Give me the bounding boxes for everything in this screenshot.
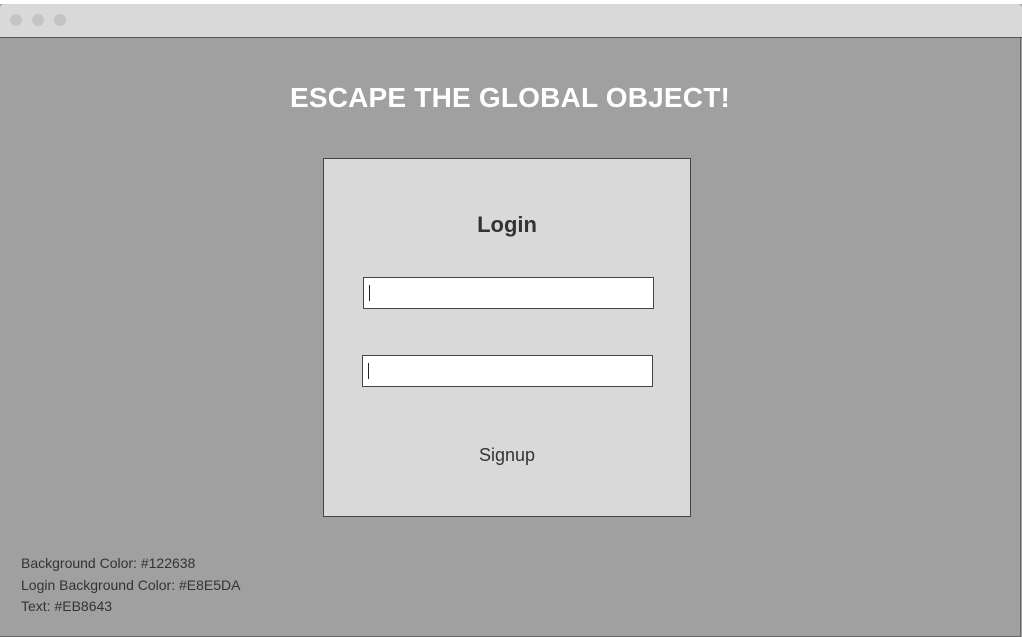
text-color-note: Text: #EB8643 (21, 598, 113, 614)
minimize-window-icon[interactable] (32, 14, 44, 26)
window-titlebar (0, 4, 1022, 38)
maximize-window-icon[interactable] (54, 14, 66, 26)
page-viewport: ESCAPE THE GLOBAL OBJECT! Login Signup B… (0, 38, 1021, 637)
password-input[interactable] (362, 355, 653, 387)
text-caret (368, 363, 369, 379)
page-title: ESCAPE THE GLOBAL OBJECT! (289, 82, 731, 113)
login-background-color-note: Login Background Color: #E8E5DA (21, 576, 241, 593)
color-notes: Background Color: #122638 Login Backgrou… (21, 553, 240, 618)
close-window-icon[interactable] (10, 14, 22, 26)
text-caret (369, 285, 370, 301)
login-panel: Login Signup (323, 158, 691, 517)
signup-button[interactable]: Signup (324, 445, 690, 466)
background-color-note: Background Color: #122638 (21, 555, 196, 571)
browser-window: ESCAPE THE GLOBAL OBJECT! Login Signup B… (0, 4, 1022, 637)
login-heading: Login (477, 212, 537, 237)
username-input[interactable] (363, 277, 654, 309)
